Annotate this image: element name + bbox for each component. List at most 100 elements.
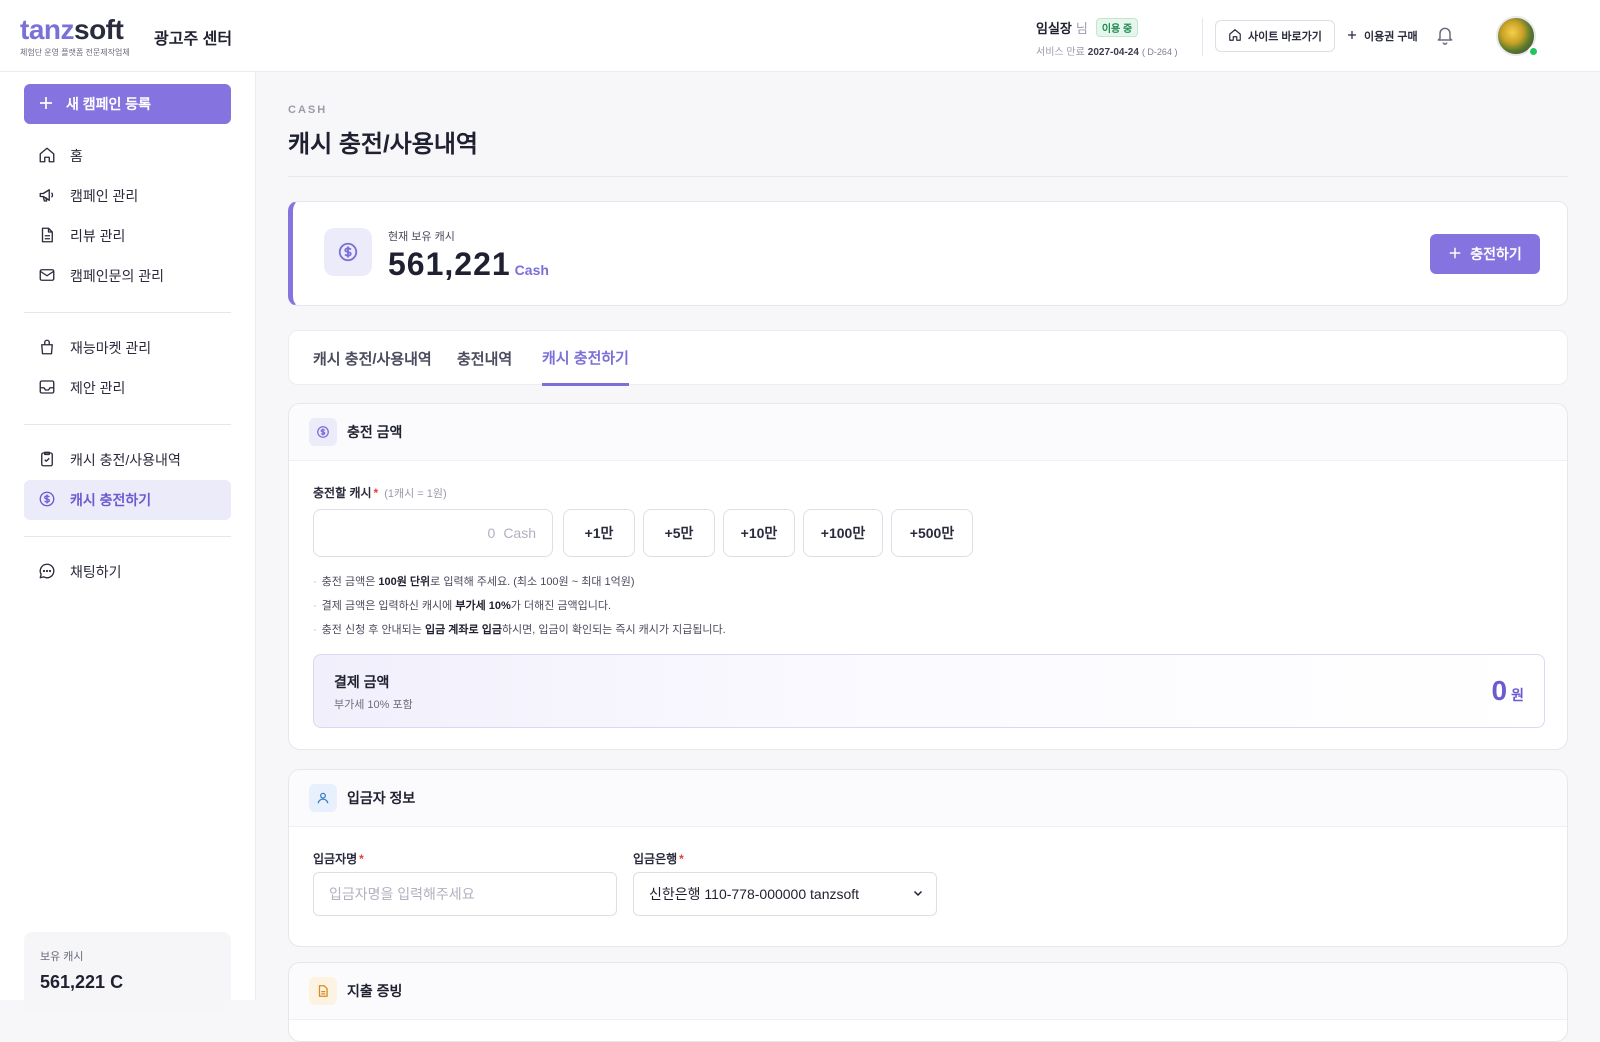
charge-button-label: 충전하기 xyxy=(1470,246,1522,262)
dollar-coin-icon xyxy=(38,490,56,511)
sidebar-divider xyxy=(24,424,231,425)
expire-date: 2027-04-24 xyxy=(1087,47,1139,58)
logo-tagline: 체험단 운영 플랫폼 전문제작업체 xyxy=(20,48,130,57)
expire-label: 서비스 만료 xyxy=(1036,47,1085,58)
mail-icon xyxy=(38,266,56,287)
sidebar-cash-label: 보유 캐시 xyxy=(40,951,84,963)
status-badge: 이용 중 xyxy=(1095,18,1139,37)
plus-icon xyxy=(1346,29,1358,44)
tab-charge-history[interactable]: 충전내역 xyxy=(457,331,512,386)
megaphone-icon xyxy=(38,186,56,207)
sidebar-cash-value: 561,221 C xyxy=(40,972,124,992)
shopping-bag-icon xyxy=(38,338,56,359)
charge-notes: 충전 금액은 100원 단위로 입력해 주세요. (최소 100원 ~ 최대 1… xyxy=(313,570,726,642)
new-campaign-button[interactable]: 새 캠페인 등록 xyxy=(24,84,231,124)
sidebar-item-inquiries[interactable]: 캠페인문의 관리 xyxy=(24,256,231,296)
depositor-name-label: 입금자명 * xyxy=(313,852,364,866)
site-shortcut-label: 사이트 바로가기 xyxy=(1248,31,1322,43)
user-suffix: 님 xyxy=(1075,21,1088,36)
sidebar-item-talent-market[interactable]: 재능마켓 관리 xyxy=(24,328,231,368)
sidebar-item-label: 리뷰 관리 xyxy=(70,228,126,244)
tab-bar: 캐시 충전/사용내역 충전내역 캐시 충전하기 xyxy=(288,330,1568,386)
plus-icon xyxy=(1448,246,1462,263)
add-50k-button[interactable]: +5만 xyxy=(643,509,715,557)
service-expire: 서비스 만료 2027-04-24( D-264 ) xyxy=(1036,43,1177,58)
deposit-bank-value: 신한은행 110-778-000000 tanzsoft xyxy=(649,886,860,902)
receipt-icon xyxy=(309,977,337,1005)
depositor-section: 입금자 정보 입금자명 * 입금자명을 입력해주세요 입금은행 * 신한은행 110… xyxy=(288,769,1568,947)
balance-amount: 561,221 xyxy=(388,246,511,282)
tab-cash-history[interactable]: 캐시 충전/사용내역 xyxy=(313,331,432,386)
charge-field-label: 충전할 캐시 * (1캐시 = 1원) xyxy=(313,486,447,500)
buy-pass-button[interactable]: 이용권 구매 xyxy=(1346,20,1418,52)
dollar-coin-icon xyxy=(324,228,372,276)
payment-amount-value: 0원 xyxy=(1491,675,1524,706)
page-eyebrow: CASH xyxy=(288,104,328,116)
charge-amount-section: 충전 금액 충전할 캐시 * (1캐시 = 1원) 0 Cash +1만 +5만 +… xyxy=(288,403,1568,750)
charge-amount-unit: Cash xyxy=(503,525,536,541)
payment-amount-box: 결제 금액 부가세 10% 포함 0원 xyxy=(313,654,1545,728)
add-1m-button[interactable]: +100만 xyxy=(803,509,883,557)
page-title: 캐시 충전/사용내역 xyxy=(288,131,478,158)
section-header: 입금자 정보 xyxy=(289,770,1567,827)
logo-wordmark: tanzsoft xyxy=(20,14,124,45)
section-title: 지출 증빙 xyxy=(347,983,403,999)
top-header: tanzsoft 체험단 운영 플랫폼 전문제작업체 광고주 센터 임실장 님 … xyxy=(0,0,1600,72)
document-icon xyxy=(38,226,56,247)
charge-amount-input[interactable]: 0 Cash xyxy=(313,509,553,557)
charge-button[interactable]: 충전하기 xyxy=(1430,234,1540,274)
user-name: 임실장 xyxy=(1036,21,1072,36)
user-icon xyxy=(309,784,337,812)
charge-amount-value: 0 xyxy=(487,525,496,541)
sidebar-item-reviews[interactable]: 리뷰 관리 xyxy=(24,216,231,256)
title-divider xyxy=(288,176,1568,177)
center-title: 광고주 센터 xyxy=(154,31,233,48)
section-header: 지출 증빙 xyxy=(289,963,1567,1020)
chat-bubble-icon xyxy=(38,562,56,583)
sidebar-item-label: 캐시 충전/사용내역 xyxy=(70,452,181,468)
sidebar-divider xyxy=(24,536,231,537)
sidebar-item-chat[interactable]: 채팅하기 xyxy=(24,552,231,592)
home-icon xyxy=(1228,28,1242,45)
deposit-bank-label: 입금은행 * xyxy=(633,852,684,866)
header-divider xyxy=(1202,18,1203,56)
deposit-bank-select[interactable]: 신한은행 110-778-000000 tanzsoft xyxy=(633,872,937,916)
site-shortcut-button[interactable]: 사이트 바로가기 xyxy=(1215,20,1335,52)
add-5m-button[interactable]: +500만 xyxy=(891,509,973,557)
plus-icon xyxy=(38,95,54,114)
receipt-section: 지출 증빙 xyxy=(288,962,1568,1042)
user-info: 임실장 님 이용 중 서비스 만료 2027-04-24( D-264 ) xyxy=(1036,18,1177,58)
sidebar-item-cash-history[interactable]: 캐시 충전/사용내역 xyxy=(24,440,231,480)
tab-cash-charge[interactable]: 캐시 충전하기 xyxy=(542,331,629,386)
sidebar-item-label: 재능마켓 관리 xyxy=(70,340,152,356)
section-header: 충전 금액 xyxy=(289,404,1567,461)
balance-value: 561,221 Cash xyxy=(388,246,549,283)
sidebar-cash-card: 보유 캐시 561,221 C xyxy=(24,932,231,1012)
add-100k-button[interactable]: +10만 xyxy=(723,509,795,557)
balance-unit: Cash xyxy=(514,262,549,278)
clipboard-check-icon xyxy=(38,450,56,471)
sidebar-item-label: 캠페인 관리 xyxy=(70,188,139,204)
add-10k-button[interactable]: +1만 xyxy=(563,509,635,557)
buy-pass-label: 이용권 구매 xyxy=(1364,31,1418,43)
sidebar-item-campaigns[interactable]: 캠페인 관리 xyxy=(24,176,231,216)
charge-field-hint: (1캐시 = 1원) xyxy=(384,488,447,500)
payment-amount-title: 결제 금액 xyxy=(334,674,390,690)
new-campaign-label: 새 캠페인 등록 xyxy=(66,96,152,112)
logo[interactable]: tanzsoft 체험단 운영 플랫폼 전문제작업체 xyxy=(20,16,130,58)
balance-label: 현재 보유 캐시 xyxy=(388,231,455,243)
depositor-name-input[interactable]: 입금자명을 입력해주세요 xyxy=(313,872,617,916)
chevron-down-icon xyxy=(912,886,924,902)
dollar-coin-icon xyxy=(309,418,337,446)
sidebar-item-cash-charge[interactable]: 캐시 충전하기 xyxy=(24,480,231,520)
sidebar-item-label: 홈 xyxy=(70,148,83,164)
sidebar-item-home[interactable]: 홈 xyxy=(24,136,231,176)
sidebar-item-label: 채팅하기 xyxy=(70,564,122,580)
home-icon xyxy=(38,146,56,167)
bell-icon[interactable] xyxy=(1435,24,1455,49)
inbox-icon xyxy=(38,378,56,399)
sidebar: 새 캠페인 등록 홈 캠페인 관리 리뷰 관리 캠페인문의 관리 재능마켓 관리… xyxy=(0,72,256,1012)
section-title: 입금자 정보 xyxy=(347,790,416,806)
sidebar-item-proposals[interactable]: 제안 관리 xyxy=(24,368,231,408)
expire-dday: ( D-264 ) xyxy=(1141,47,1178,57)
